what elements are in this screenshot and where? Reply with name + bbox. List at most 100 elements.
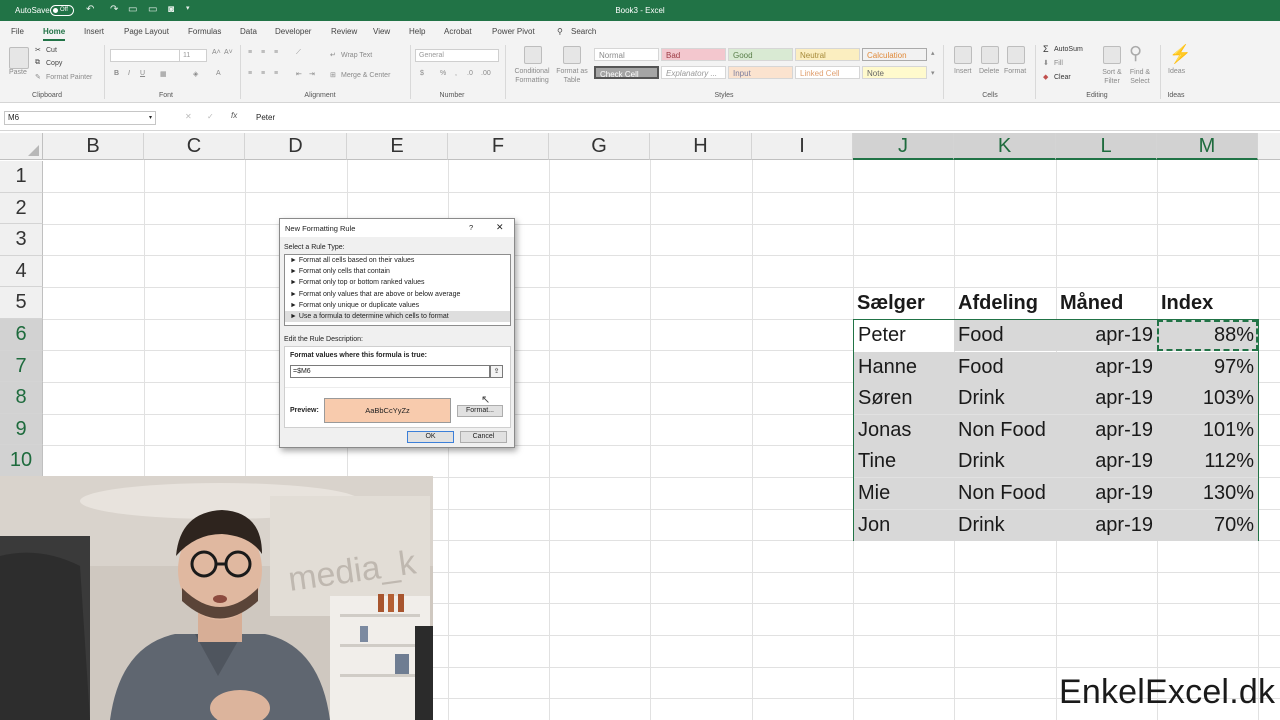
sort-filter-icon[interactable] (1103, 46, 1121, 64)
tab-data[interactable]: Data (240, 27, 257, 36)
align-center-icon[interactable]: ≡ (261, 70, 265, 77)
ideas-button[interactable]: Ideas (1168, 68, 1185, 75)
table-header-cell[interactable]: Index (1157, 288, 1258, 319)
conditional-formatting-icon[interactable] (524, 46, 542, 64)
fill-icon[interactable]: ⬇ (1043, 59, 1049, 67)
styles-scroll-up-icon[interactable]: ▴ (931, 49, 935, 57)
insert-cells-icon[interactable] (954, 46, 972, 64)
styles-more-icon[interactable]: ▾ (931, 69, 935, 77)
font-size-input[interactable]: 11 (179, 49, 207, 62)
format-button[interactable]: Format... (457, 405, 503, 417)
copy-icon[interactable]: ⧉ (35, 59, 40, 67)
wrap-text-icon[interactable]: ↵ (330, 51, 336, 59)
format-painter-button[interactable]: Format Painter (46, 74, 92, 81)
delete-cells-icon[interactable] (981, 46, 999, 64)
style-normal[interactable]: Normal (594, 48, 659, 61)
row-header[interactable]: 10 (0, 445, 43, 477)
row-header[interactable]: 9 (0, 413, 43, 446)
middle-align-icon[interactable]: ≡ (261, 49, 265, 56)
column-header[interactable]: D (245, 133, 347, 160)
style-neutral[interactable]: Neutral (795, 48, 860, 61)
list-item[interactable]: ► Format only top or bottom ranked value… (285, 277, 510, 288)
row-header[interactable]: 1 (0, 161, 43, 193)
table-cell[interactable]: Tine (854, 446, 954, 478)
formula-input-field[interactable]: =$M6 (290, 365, 490, 378)
style-bad[interactable]: Bad (661, 48, 726, 61)
borders-icon[interactable]: ▦ (160, 70, 167, 78)
cut-button[interactable]: Cut (46, 47, 57, 54)
search-icon[interactable]: ⚲ (557, 27, 563, 36)
column-header[interactable]: G (549, 133, 650, 160)
close-icon[interactable]: ✕ (496, 222, 504, 233)
row-header[interactable]: 3 (0, 224, 43, 256)
tab-insert[interactable]: Insert (84, 27, 104, 36)
style-good[interactable]: Good (728, 48, 793, 61)
increase-indent-icon[interactable]: ⇥ (309, 70, 315, 78)
row-header[interactable]: 4 (0, 255, 43, 288)
wrap-text-button[interactable]: Wrap Text (341, 52, 372, 59)
row-header[interactable]: 2 (0, 192, 43, 225)
tab-page-layout[interactable]: Page Layout (124, 27, 169, 36)
cancel-entry-icon[interactable]: ✕ (185, 112, 192, 121)
format-as-table-icon[interactable] (563, 46, 581, 64)
table-cell[interactable]: 103% (1157, 383, 1258, 415)
fill-button[interactable]: Fill (1054, 60, 1063, 67)
find-select-button[interactable]: Find & Select (1126, 68, 1154, 86)
format-painter-icon[interactable]: ✎ (35, 73, 41, 81)
table-cell[interactable]: Drink (954, 383, 1056, 415)
autosum-button[interactable]: AutoSum (1054, 46, 1083, 53)
column-header[interactable]: I (752, 133, 853, 160)
tab-help[interactable]: Help (409, 27, 425, 36)
cancel-button[interactable]: Cancel (460, 431, 507, 443)
table-cell[interactable]: Jon (854, 509, 954, 541)
bottom-align-icon[interactable]: ≡ (274, 49, 278, 56)
table-cell[interactable]: Non Food (954, 478, 1056, 509)
number-format-select[interactable]: General (415, 49, 499, 62)
table-cell[interactable]: apr-19 (1056, 414, 1157, 446)
column-header[interactable]: K (954, 133, 1056, 160)
row-header[interactable]: 5 (0, 287, 43, 319)
bold-icon[interactable]: B (114, 70, 119, 77)
decrease-decimal-icon[interactable]: .00 (481, 70, 491, 77)
table-header-cell[interactable]: Sælger (853, 288, 954, 319)
ok-button[interactable]: OK (407, 431, 454, 443)
column-header[interactable]: H (650, 133, 752, 160)
formula-input[interactable]: Peter (256, 113, 275, 122)
table-cell[interactable]: apr-19 (1056, 351, 1157, 383)
list-item-selected[interactable]: ► Use a formula to determine which cells… (285, 310, 510, 323)
tab-acrobat[interactable]: Acrobat (444, 27, 472, 36)
style-input[interactable]: Input (728, 66, 793, 79)
fill-color-icon[interactable]: ◈ (193, 70, 198, 78)
merge-center-button[interactable]: Merge & Center (341, 72, 390, 79)
list-item[interactable]: ► Format only values that are above or b… (285, 289, 510, 300)
table-cell[interactable]: Søren (854, 383, 954, 415)
table-cell[interactable]: apr-19 (1056, 320, 1157, 351)
copy-button[interactable]: Copy (46, 60, 62, 67)
format-as-table-button[interactable]: Format as Table (553, 67, 591, 85)
tab-developer[interactable]: Developer (275, 27, 311, 36)
sort-filter-button[interactable]: Sort & Filter (1098, 68, 1126, 86)
align-right-icon[interactable]: ≡ (274, 70, 278, 77)
table-cell[interactable]: Food (954, 320, 1056, 351)
comma-icon[interactable]: , (455, 70, 457, 77)
tab-home[interactable]: Home (43, 27, 66, 41)
tab-power-pivot[interactable]: Power Pivot (492, 27, 535, 36)
dialog-title-bar[interactable]: New Formatting Rule ? ✕ (280, 219, 514, 237)
insert-cells-button[interactable]: Insert (954, 68, 972, 75)
table-cell[interactable]: Drink (954, 446, 1056, 478)
row-header[interactable]: 6 (0, 319, 43, 351)
column-header[interactable]: B (43, 133, 144, 160)
table-cell[interactable]: Non Food (954, 414, 1056, 446)
column-header[interactable]: M (1157, 133, 1258, 160)
autosum-icon[interactable]: Σ (1043, 44, 1049, 54)
table-cell[interactable]: apr-19 (1056, 383, 1157, 415)
tab-formulas[interactable]: Formulas (188, 27, 221, 36)
style-linked-cell[interactable]: Linked Cell (795, 66, 860, 79)
tab-file[interactable]: File (11, 27, 24, 36)
style-explanatory[interactable]: Explanatory ... (661, 66, 726, 79)
table-cell[interactable]: 130% (1157, 478, 1258, 509)
select-all-corner[interactable] (0, 133, 43, 160)
delete-cells-button[interactable]: Delete (979, 68, 999, 75)
column-header[interactable]: C (144, 133, 245, 160)
column-header[interactable]: J (853, 133, 954, 160)
